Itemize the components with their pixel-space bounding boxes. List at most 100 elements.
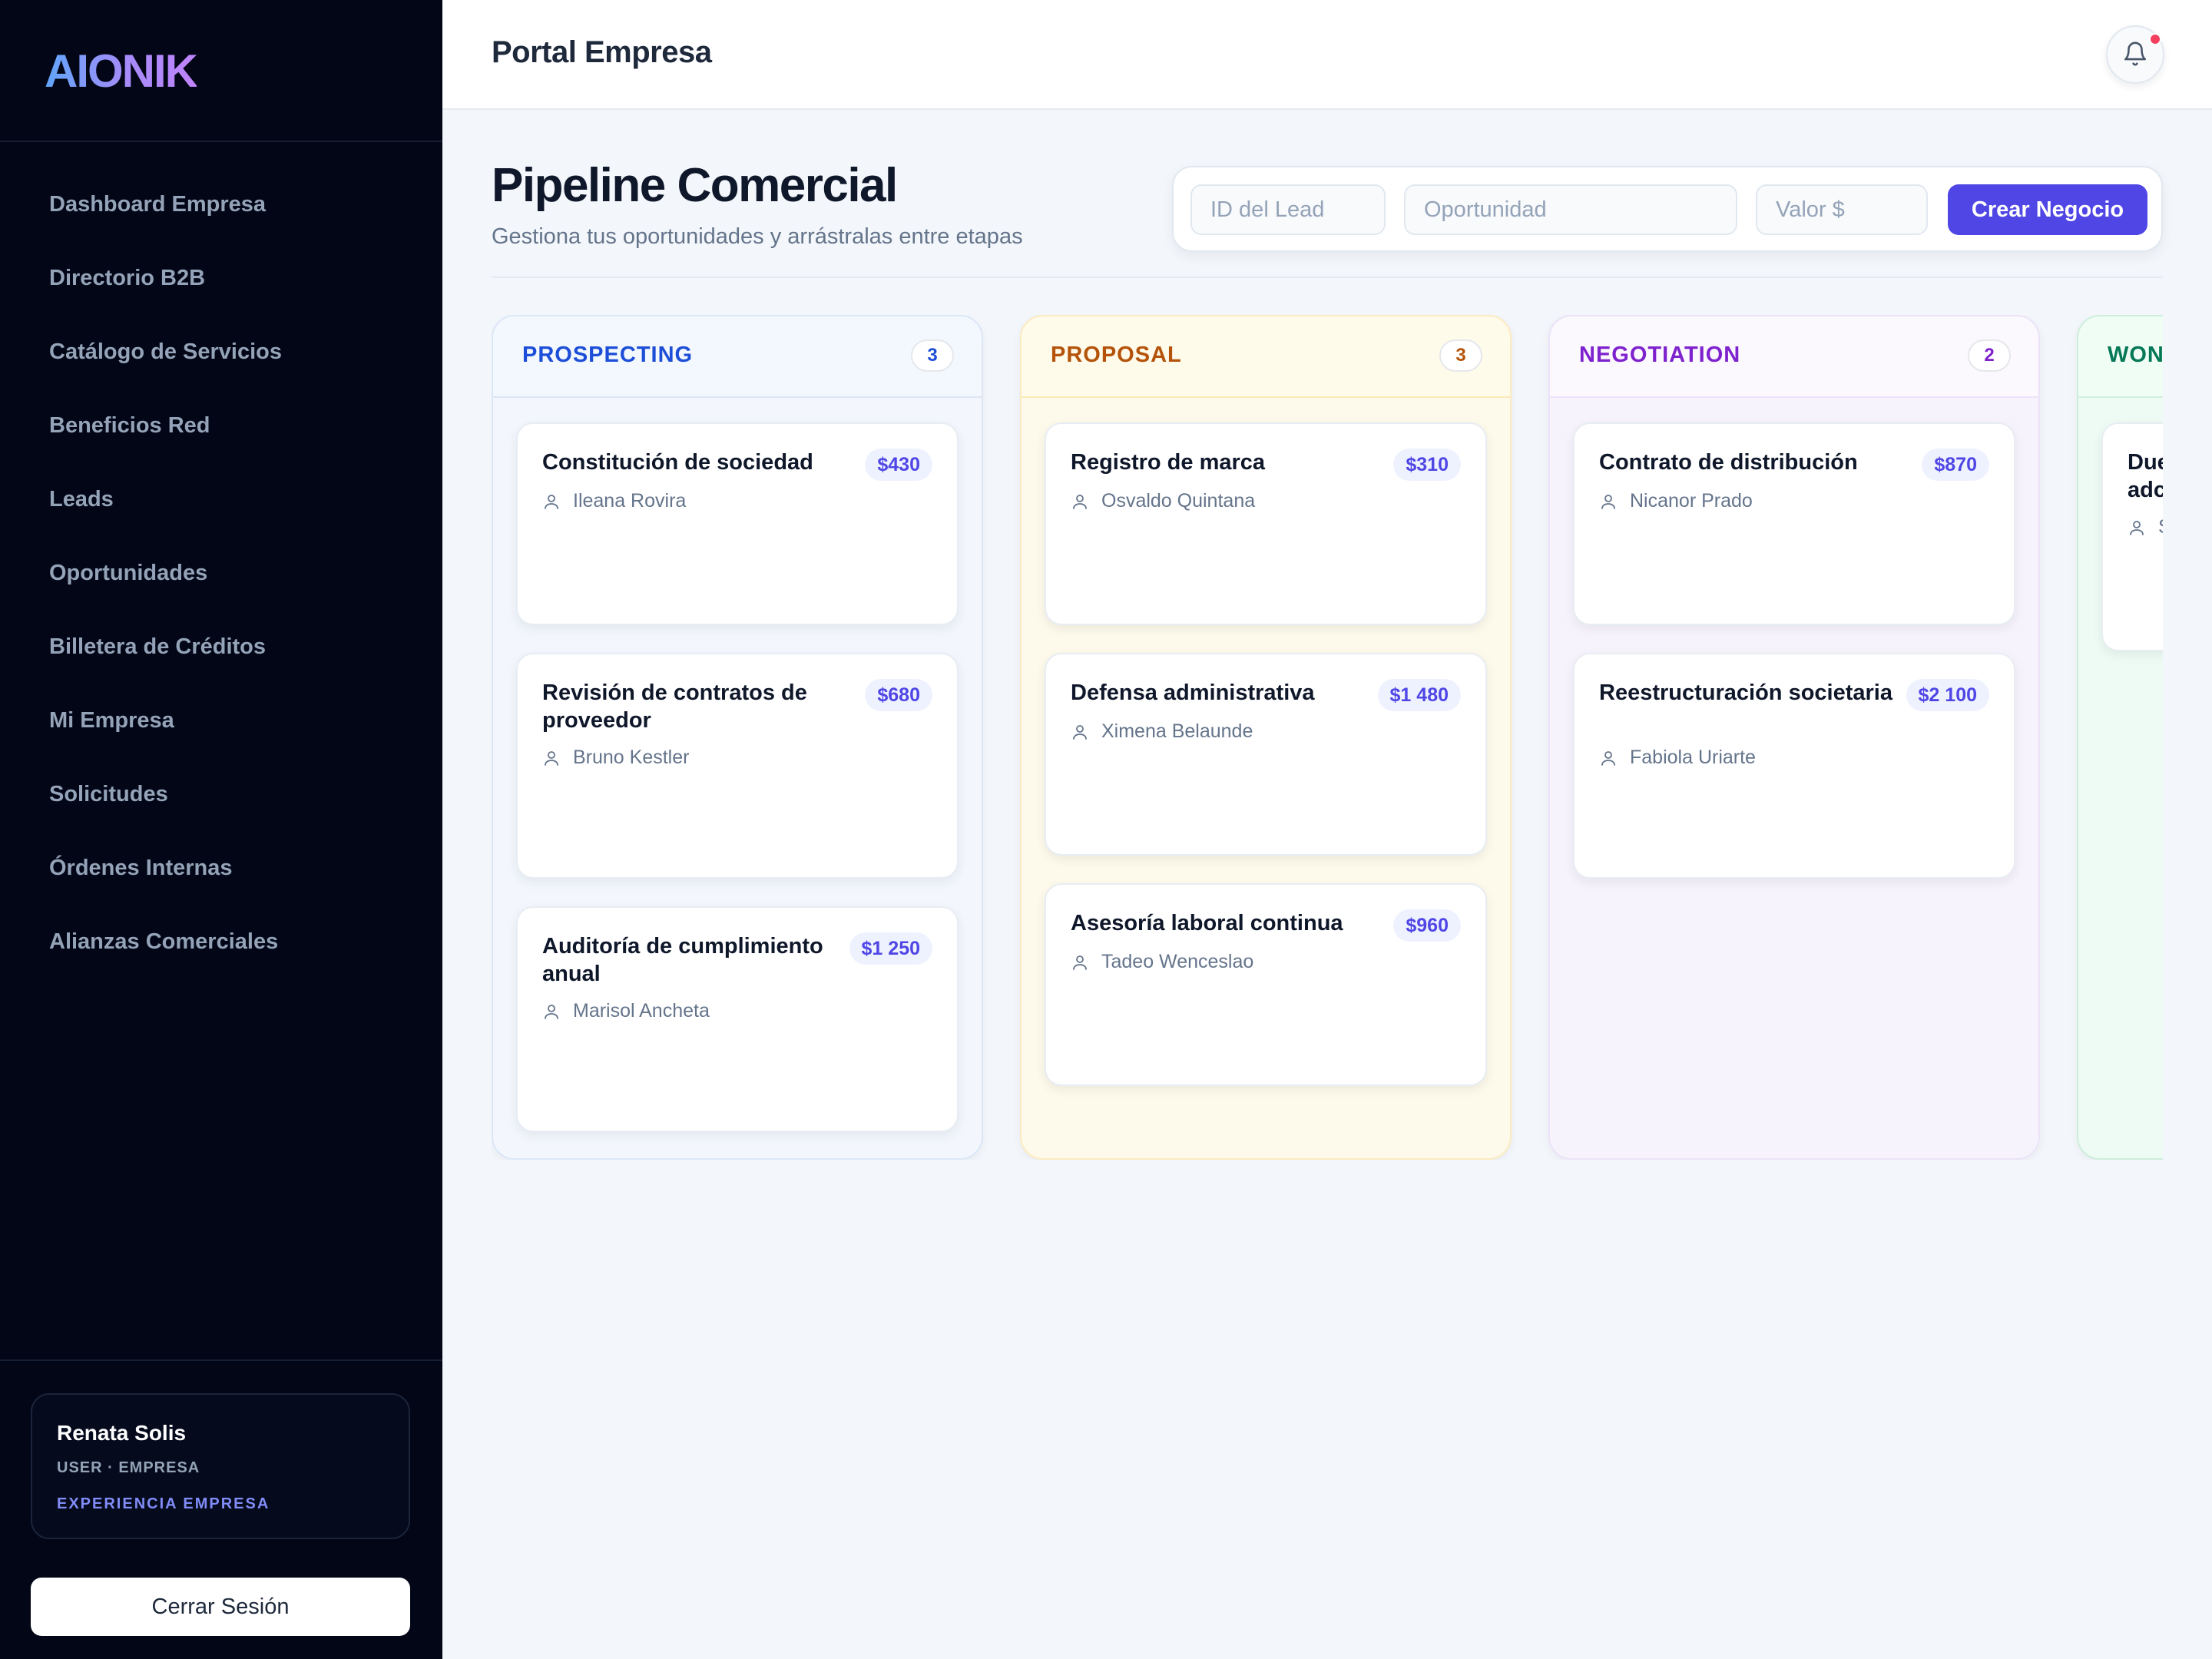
- deal-title: Defensa administrativa: [1071, 680, 1315, 705]
- deal-title: Constitución de sociedad: [542, 450, 813, 475]
- column-header: WON: [2078, 316, 2163, 398]
- sidebar-nav: Dashboard Empresa Directorio B2B Catálog…: [0, 142, 442, 979]
- page-subtitle: Gestiona tus oportunidades y arrástralas…: [492, 224, 1023, 249]
- logo-area: AIONIK: [0, 0, 442, 142]
- deal-contact-name: Fabiola Uriarte: [1630, 747, 1756, 768]
- deal-contact: Ileana Rovira: [542, 490, 686, 512]
- deal-price-badge: $310: [1393, 449, 1461, 481]
- sidebar-item-alianzas-comerciales[interactable]: Alianzas Comerciales: [0, 905, 442, 979]
- deal-price-badge: $1 480: [1377, 679, 1461, 711]
- deal-contact-name: Nicanor Prado: [1630, 490, 1753, 512]
- user-role: USER · EMPRESA: [57, 1459, 200, 1476]
- deal-price-badge: $680: [865, 679, 932, 711]
- column-header: PROPOSAL 3: [1022, 316, 1510, 398]
- column-negotiation: NEGOTIATION 2 Contrato de distribución $…: [1548, 315, 2040, 1160]
- deal-card[interactable]: Reestructuración societaria $2 100 Fabio…: [1573, 653, 2015, 879]
- column-title: WON: [2108, 343, 2163, 367]
- brand-logo[interactable]: AIONIK: [45, 45, 198, 98]
- page-title: Pipeline Comercial: [492, 159, 898, 212]
- deal-price-badge: $1 250: [849, 932, 932, 965]
- sidebar-item-leads[interactable]: Leads: [0, 462, 442, 536]
- logout-button[interactable]: Cerrar Sesión: [31, 1578, 410, 1636]
- lead-id-input[interactable]: [1190, 184, 1386, 235]
- deal-card[interactable]: Asesoría laboral continua $960 Tadeo Wen…: [1045, 883, 1487, 1086]
- user-card: Renata Solis USER · EMPRESA EXPERIENCIA …: [31, 1393, 410, 1539]
- deal-title-line-1: Due: [2128, 450, 2163, 475]
- user-experience: EXPERIENCIA EMPRESA: [57, 1495, 270, 1512]
- deal-contact: Osvaldo Quintana: [1071, 490, 1255, 512]
- value-input[interactable]: [1756, 184, 1928, 235]
- deal-title: Auditoría de cumplimiento anual: [542, 934, 823, 986]
- deal-contact: Nicanor Prado: [1599, 490, 1753, 512]
- column-header: NEGOTIATION 2: [1550, 316, 2038, 398]
- column-title: PROPOSAL: [1051, 343, 1182, 367]
- deal-contact-name: Marisol Ancheta: [573, 1000, 710, 1022]
- deal-card[interactable]: Constitución de sociedad $430 Ileana Rov…: [516, 422, 959, 625]
- sidebar: AIONIK Dashboard Empresa Directorio B2B …: [0, 0, 442, 1659]
- deal-price-badge: $430: [865, 449, 932, 481]
- sidebar-item-oportunidades[interactable]: Oportunidades: [0, 536, 442, 610]
- top-bar: Portal Empresa: [442, 0, 2212, 110]
- deal-contact: Tadeo Wenceslao: [1071, 951, 1253, 973]
- deal-card[interactable]: Due adc S: [2101, 422, 2163, 651]
- sidebar-footer: Renata Solis USER · EMPRESA EXPERIENCIA …: [0, 1359, 442, 1659]
- create-deal-button[interactable]: Crear Negocio: [1948, 184, 2147, 235]
- sidebar-item-solicitudes[interactable]: Solicitudes: [0, 757, 442, 831]
- sidebar-item-directorio-b2b[interactable]: Directorio B2B: [0, 241, 442, 315]
- user-icon: [1601, 750, 1615, 766]
- deal-title: Revisión de contratos de proveedor: [542, 680, 807, 733]
- deal-title: Contrato de distribución: [1599, 450, 1858, 475]
- column-header: PROSPECTING 3: [493, 316, 982, 398]
- deal-contact: Fabiola Uriarte: [1599, 747, 1756, 769]
- column-count-badge: 2: [1968, 339, 2011, 372]
- deal-title: Registro de marca: [1071, 450, 1266, 475]
- portal-title: Portal Empresa: [492, 35, 712, 69]
- deal-contact-name: Ileana Rovira: [573, 490, 687, 512]
- user-icon: [545, 750, 558, 766]
- opportunity-input[interactable]: [1404, 184, 1737, 235]
- column-title: NEGOTIATION: [1579, 343, 1741, 367]
- notification-badge: [2149, 33, 2161, 45]
- bell-icon: [2122, 41, 2148, 69]
- pipeline-board: PROSPECTING 3 Constitución de sociedad $…: [492, 315, 2163, 1160]
- deal-contact-name: Osvaldo Quintana: [1101, 490, 1256, 512]
- create-deal-form: Crear Negocio: [1172, 166, 2163, 252]
- sidebar-item-catalogo-servicios[interactable]: Catálogo de Servicios: [0, 315, 442, 389]
- column-proposal: PROPOSAL 3 Registro de marca $310 Osvald…: [1020, 315, 1512, 1160]
- user-icon: [2130, 520, 2144, 535]
- deal-card[interactable]: Auditoría de cumplimiento anual $1 250 M…: [516, 906, 959, 1132]
- deal-card[interactable]: Defensa administrativa $1 480 Ximena Bel…: [1045, 653, 1487, 856]
- deal-title: Due adc: [2128, 449, 2163, 504]
- deal-title: Asesoría laboral continua: [1071, 911, 1343, 935]
- deal-card[interactable]: Registro de marca $310 Osvaldo Quintana: [1045, 422, 1487, 625]
- deal-contact: Marisol Ancheta: [542, 1000, 710, 1022]
- header-divider: [492, 276, 2163, 278]
- deal-contact: Bruno Kestler: [542, 747, 689, 769]
- user-icon: [545, 1004, 558, 1019]
- user-icon: [1073, 955, 1087, 970]
- deal-contact-name: Tadeo Wenceslao: [1101, 951, 1254, 972]
- sidebar-item-billetera-creditos[interactable]: Billetera de Créditos: [0, 610, 442, 684]
- user-icon: [1073, 494, 1087, 509]
- deal-contact: Ximena Belaunde: [1071, 720, 1253, 743]
- deal-contact-name: Bruno Kestler: [573, 747, 690, 768]
- column-title: PROSPECTING: [522, 343, 694, 367]
- user-icon: [1073, 724, 1087, 740]
- deal-card[interactable]: Contrato de distribución $870 Nicanor Pr…: [1573, 422, 2015, 625]
- notifications-button[interactable]: [2106, 25, 2164, 84]
- deal-price-badge: $870: [1922, 449, 1989, 481]
- deal-contact-name: Ximena Belaunde: [1101, 720, 1253, 742]
- column-count-badge: 3: [1439, 339, 1482, 372]
- user-name: Renata Solis: [57, 1421, 187, 1445]
- deal-title: Reestructuración societaria: [1599, 680, 1892, 705]
- sidebar-item-beneficios-red[interactable]: Beneficios Red: [0, 389, 442, 462]
- sidebar-item-mi-empresa[interactable]: Mi Empresa: [0, 684, 442, 757]
- deal-price-badge: $960: [1393, 909, 1461, 942]
- sidebar-item-dashboard-empresa[interactable]: Dashboard Empresa: [0, 167, 442, 241]
- user-icon: [545, 494, 558, 509]
- deal-card[interactable]: Revisión de contratos de proveedor $680 …: [516, 653, 959, 879]
- column-count-badge: 3: [911, 339, 954, 372]
- deal-contact-name: S: [2158, 516, 2163, 538]
- sidebar-item-ordenes-internas[interactable]: Órdenes Internas: [0, 831, 442, 905]
- column-won: WON Due adc S: [2077, 315, 2163, 1160]
